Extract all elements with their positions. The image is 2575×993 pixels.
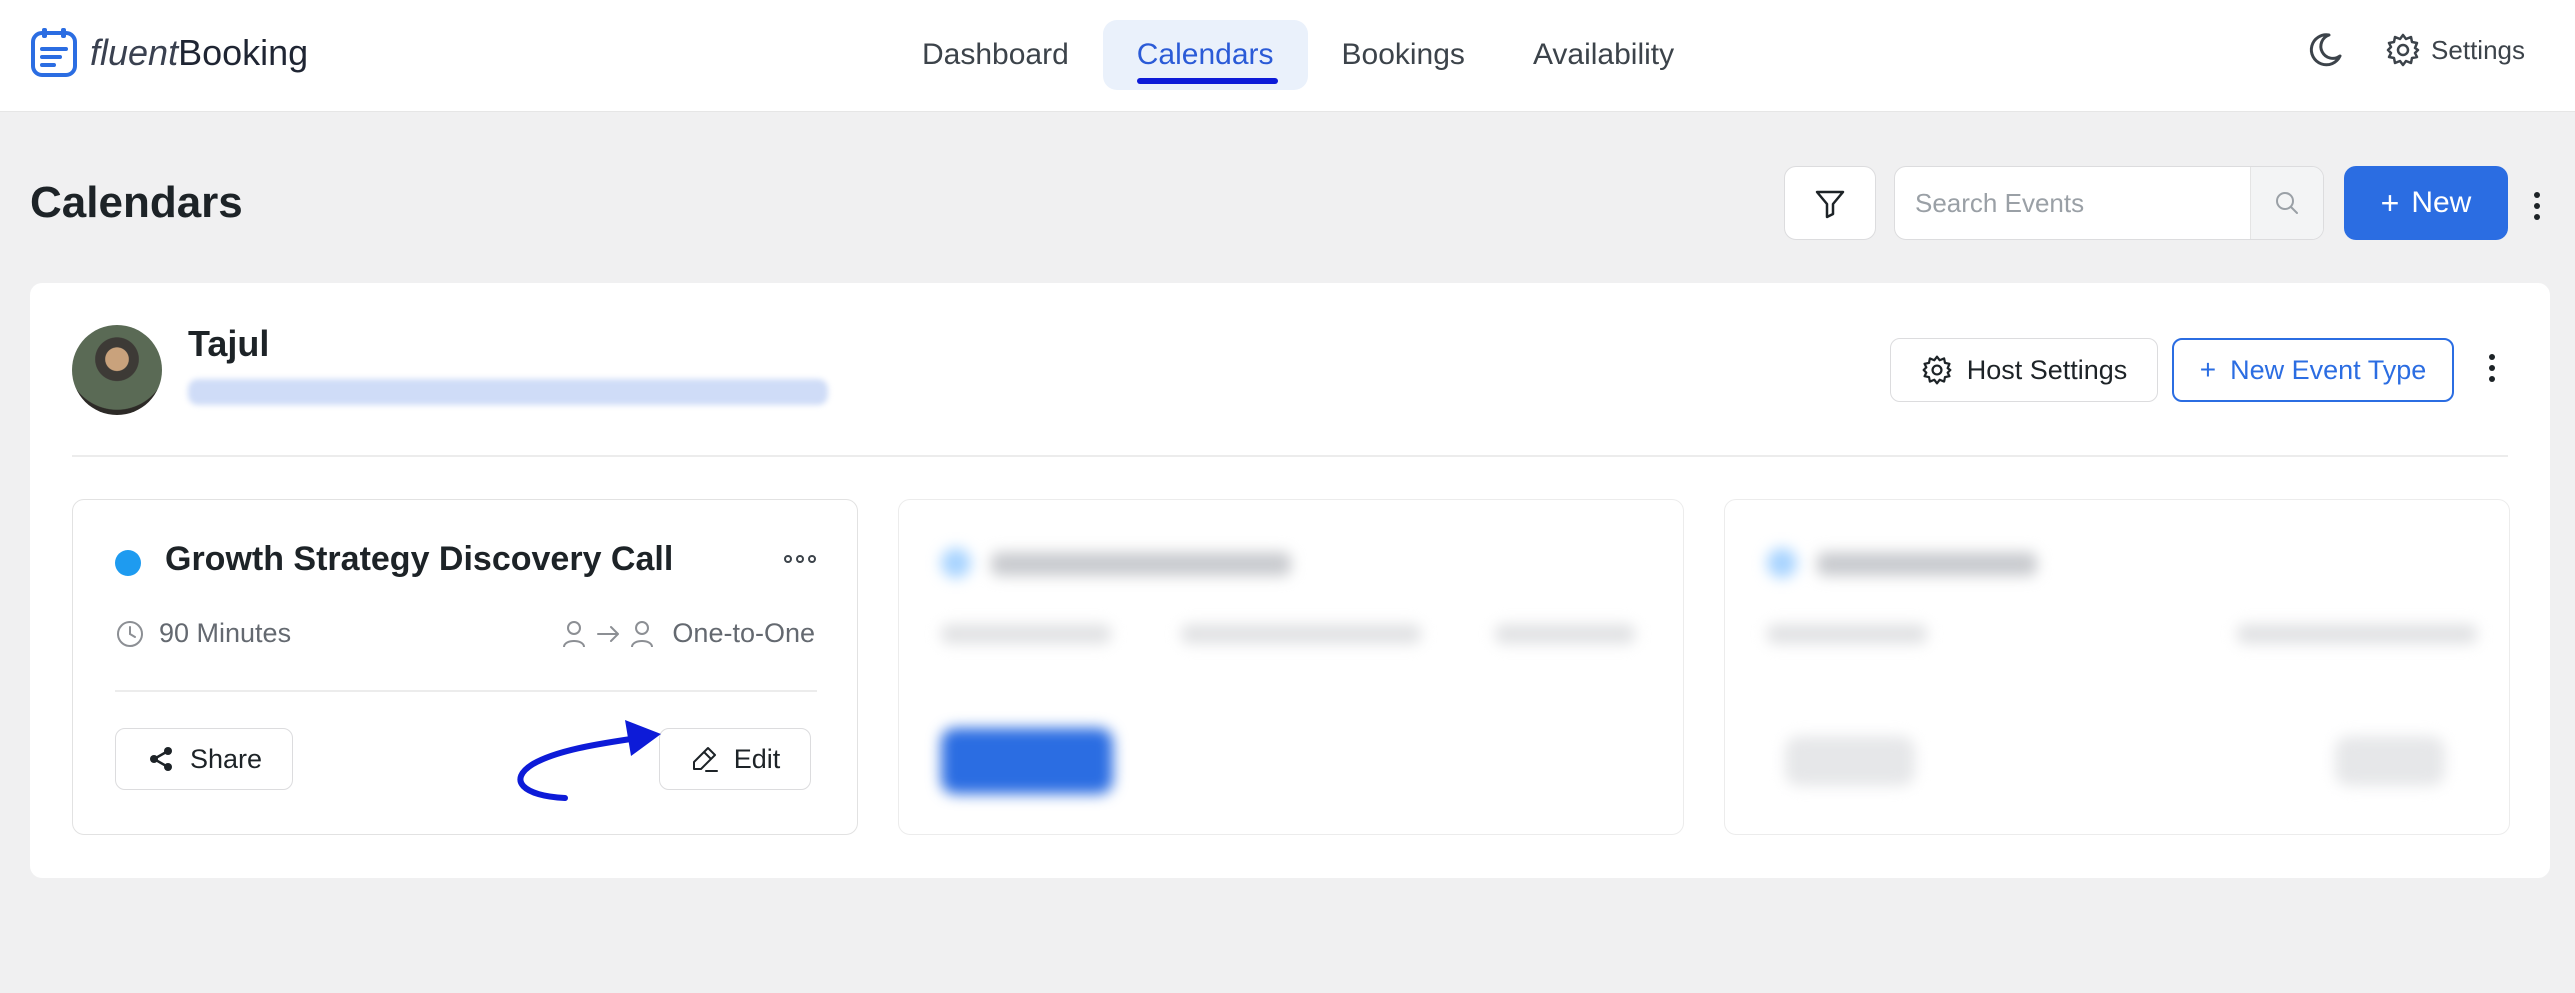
- share-label: Share: [189, 743, 263, 774]
- blurred-event-card: [1724, 499, 2510, 835]
- nav-dashboard[interactable]: Dashboard: [888, 20, 1103, 90]
- brand-name-part2: Booking: [178, 32, 309, 73]
- plus-icon: +: [2199, 354, 2217, 385]
- main-nav: Dashboard Calendars Bookings Availabilit…: [888, 20, 1708, 90]
- event-divider: [115, 690, 817, 692]
- calendar-card: Tajul Host Settings + New Event Type Gro…: [30, 283, 2550, 878]
- share-icon: [149, 747, 172, 771]
- nav-dashboard-label: Dashboard: [922, 38, 1069, 71]
- calendar-logo-icon: [31, 28, 77, 77]
- brand-name-part1: fluent: [90, 32, 179, 73]
- gear-icon: [1922, 355, 1952, 385]
- host-settings-button[interactable]: Host Settings: [1890, 338, 2158, 402]
- search-button[interactable]: [2250, 167, 2323, 239]
- host-settings-label: Host Settings: [1966, 354, 2128, 385]
- nav-calendars[interactable]: Calendars: [1102, 20, 1308, 90]
- page-title: Calendars: [30, 178, 243, 227]
- active-nav-underline: [1136, 78, 1278, 84]
- one-to-one-icon: [563, 620, 654, 647]
- more-options-icon[interactable]: [2530, 190, 2544, 222]
- nav-availability-label: Availability: [1532, 38, 1675, 71]
- filter-icon: [1815, 190, 1845, 219]
- nav-bookings[interactable]: Bookings: [1308, 20, 1499, 90]
- new-event-type-label: New Event Type: [2230, 354, 2427, 385]
- blurred-event-card: [898, 499, 1684, 835]
- event-duration-text: 90 Minutes: [159, 618, 292, 648]
- event-type: One-to-One: [562, 618, 815, 649]
- dark-mode-moon-icon[interactable]: [2305, 30, 2345, 70]
- event-color-dot: [115, 550, 141, 576]
- app-logo[interactable]: fluentBooking: [30, 27, 308, 79]
- settings-label: Settings: [2431, 34, 2525, 65]
- new-event-type-button[interactable]: + New Event Type: [2172, 338, 2454, 402]
- event-type-text: One-to-One: [672, 618, 815, 648]
- search-input[interactable]: [1895, 167, 2250, 239]
- event-title[interactable]: Growth Strategy Discovery Call: [165, 540, 673, 579]
- host-link-blurred[interactable]: [188, 379, 828, 405]
- divider: [72, 455, 2508, 457]
- search-icon: [2276, 192, 2298, 214]
- brand-name: fluentBooking: [90, 32, 308, 74]
- host-name: Tajul: [188, 323, 270, 364]
- nav-bookings-label: Bookings: [1341, 38, 1465, 71]
- settings-link[interactable]: Settings: [2385, 32, 2525, 68]
- nav-availability[interactable]: Availability: [1499, 20, 1708, 90]
- event-duration: 90 Minutes: [115, 618, 291, 649]
- share-button[interactable]: Share: [115, 728, 293, 790]
- new-button[interactable]: + New: [2344, 166, 2508, 240]
- plus-icon: +: [2380, 184, 2400, 221]
- search-events: [1894, 166, 2324, 240]
- top-navigation-bar: fluentBooking Dashboard Calendars Bookin…: [0, 0, 2575, 112]
- nav-calendars-label: Calendars: [1136, 38, 1274, 71]
- pencil-icon: [692, 747, 718, 772]
- clock-icon: [117, 620, 143, 647]
- calendar-more-icon[interactable]: [2486, 353, 2498, 383]
- gear-icon: [2386, 33, 2420, 67]
- new-button-label: New: [2411, 186, 2472, 219]
- annotation-arrow-icon: [517, 720, 661, 801]
- avatar: [72, 325, 162, 415]
- filter-button[interactable]: [1784, 166, 1876, 240]
- event-more-icon[interactable]: [783, 552, 817, 566]
- edit-label: Edit: [733, 743, 781, 774]
- event-card: Growth Strategy Discovery Call 90 Minute…: [72, 499, 858, 835]
